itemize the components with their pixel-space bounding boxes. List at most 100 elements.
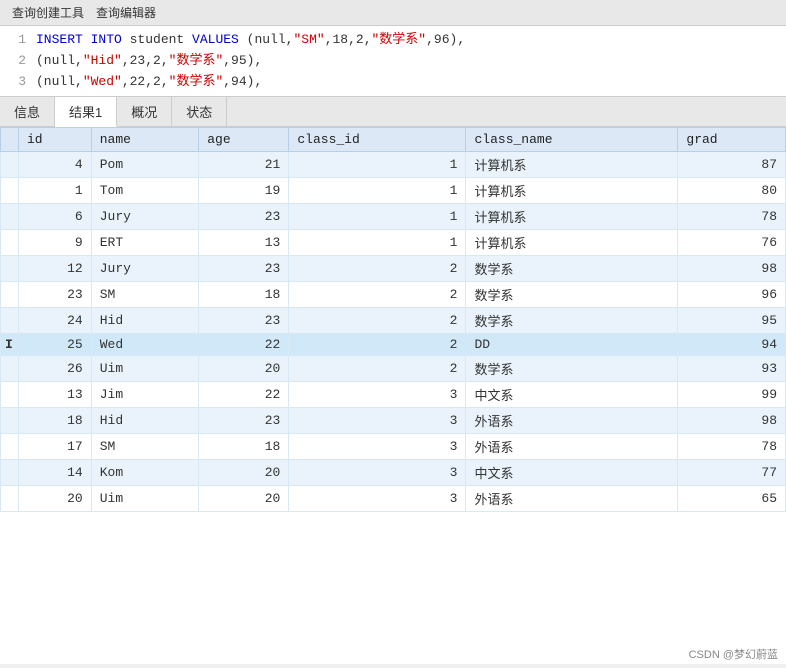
cell-age: 13 xyxy=(199,230,289,256)
cell-class-name: 计算机系 xyxy=(466,204,678,230)
table-row[interactable]: 23SM182数学系96 xyxy=(1,282,786,308)
cell-name: SM xyxy=(91,282,199,308)
cell-id: 24 xyxy=(19,308,92,334)
sql-editor[interactable]: 1 INSERT INTO student VALUES (null,"SM",1… xyxy=(0,26,786,97)
row-indicator xyxy=(1,178,19,204)
tab-结果1[interactable]: 结果1 xyxy=(55,97,117,127)
cell-grad: 78 xyxy=(678,204,786,230)
cell-class-id: 3 xyxy=(289,486,466,512)
cell-age: 23 xyxy=(199,256,289,282)
cell-class-name: DD xyxy=(466,334,678,356)
sql-token: ,94), xyxy=(223,74,262,89)
table-row[interactable]: 26Uim202数学系93 xyxy=(1,356,786,382)
col-header-id: id xyxy=(19,128,92,152)
sql-code: (null,"Hid",23,2,"数学系",95), xyxy=(36,51,262,72)
cell-age: 21 xyxy=(199,152,289,178)
sql-token: (null, xyxy=(36,74,83,89)
cell-id: 18 xyxy=(19,408,92,434)
col-header-name: name xyxy=(91,128,199,152)
cell-name: Pom xyxy=(91,152,199,178)
cell-age: 20 xyxy=(199,460,289,486)
cell-id: 17 xyxy=(19,434,92,460)
cell-class-name: 外语系 xyxy=(466,434,678,460)
cell-grad: 94 xyxy=(678,334,786,356)
cell-class-id: 2 xyxy=(289,308,466,334)
table-row[interactable]: 12Jury232数学系98 xyxy=(1,256,786,282)
cell-class-id: 3 xyxy=(289,434,466,460)
table-row[interactable]: 20Uim203外语系65 xyxy=(1,486,786,512)
table-row[interactable]: 4Pom211计算机系87 xyxy=(1,152,786,178)
table-row[interactable]: 1Tom191计算机系80 xyxy=(1,178,786,204)
sql-token: "数学系" xyxy=(169,53,224,68)
cell-class-name: 数学系 xyxy=(466,256,678,282)
col-header-age: age xyxy=(199,128,289,152)
cell-grad: 78 xyxy=(678,434,786,460)
table-row[interactable]: 17SM183外语系78 xyxy=(1,434,786,460)
cell-age: 20 xyxy=(199,356,289,382)
sql-code: (null,"Wed",22,2,"数学系",94), xyxy=(36,72,262,93)
tab-概况[interactable]: 概况 xyxy=(117,97,172,126)
cell-id: 26 xyxy=(19,356,92,382)
cell-id: 23 xyxy=(19,282,92,308)
sql-line: 1 INSERT INTO student VALUES (null,"SM",1… xyxy=(0,30,786,51)
sql-token: "Wed" xyxy=(83,74,122,89)
table-row[interactable]: 13Jim223中文系99 xyxy=(1,382,786,408)
row-indicator xyxy=(1,486,19,512)
cell-grad: 93 xyxy=(678,356,786,382)
tab-状态[interactable]: 状态 xyxy=(172,97,227,126)
cell-class-name: 外语系 xyxy=(466,408,678,434)
table-row[interactable]: 9ERT131计算机系76 xyxy=(1,230,786,256)
sql-token: (null, xyxy=(36,53,83,68)
table-row[interactable]: 18Hid233外语系98 xyxy=(1,408,786,434)
row-indicator xyxy=(1,152,19,178)
cell-name: Wed xyxy=(91,334,199,356)
cell-class-id: 2 xyxy=(289,334,466,356)
cell-class-id: 1 xyxy=(289,204,466,230)
table-row[interactable]: I25Wed222DD94 xyxy=(1,334,786,356)
cell-name: Kom xyxy=(91,460,199,486)
row-indicator xyxy=(1,282,19,308)
cell-age: 23 xyxy=(199,204,289,230)
cell-grad: 65 xyxy=(678,486,786,512)
cell-id: 6 xyxy=(19,204,92,230)
row-indicator xyxy=(1,434,19,460)
row-indicator xyxy=(1,308,19,334)
sql-line: 2(null,"Hid",23,2,"数学系",95), xyxy=(0,51,786,72)
tabs-bar: 信息结果1概况状态 xyxy=(0,97,786,127)
cell-grad: 80 xyxy=(678,178,786,204)
cell-id: 13 xyxy=(19,382,92,408)
cell-class-id: 3 xyxy=(289,408,466,434)
cell-name: Hid xyxy=(91,408,199,434)
sql-token: "数学系" xyxy=(169,74,224,89)
sql-token: "SM" xyxy=(293,32,324,47)
sql-token: student xyxy=(130,32,192,47)
cell-class-id: 2 xyxy=(289,282,466,308)
cell-name: SM xyxy=(91,434,199,460)
tab-信息[interactable]: 信息 xyxy=(0,97,55,126)
row-indicator xyxy=(1,204,19,230)
table-row[interactable]: 14Kom203中文系77 xyxy=(1,460,786,486)
cell-class-name: 计算机系 xyxy=(466,178,678,204)
sql-token: INSERT INTO xyxy=(36,32,130,47)
result-table-wrapper[interactable]: idnameageclass_idclass_namegrad 4Pom211计… xyxy=(0,127,786,664)
cell-id: 25 xyxy=(19,334,92,356)
sql-token: (null, xyxy=(247,32,294,47)
cell-class-name: 中文系 xyxy=(466,382,678,408)
cell-grad: 87 xyxy=(678,152,786,178)
cell-id: 12 xyxy=(19,256,92,282)
sql-token: ,23,2, xyxy=(122,53,169,68)
table-row[interactable]: 24Hid232数学系95 xyxy=(1,308,786,334)
cell-class-id: 1 xyxy=(289,178,466,204)
cell-name: Uim xyxy=(91,356,199,382)
row-indicator xyxy=(1,382,19,408)
sql-token: ,22,2, xyxy=(122,74,169,89)
result-table: idnameageclass_idclass_namegrad 4Pom211计… xyxy=(0,127,786,512)
line-number: 1 xyxy=(6,30,26,51)
query-editor-btn[interactable]: 查询编辑器 xyxy=(90,2,162,23)
cell-class-id: 1 xyxy=(289,152,466,178)
table-row[interactable]: 6Jury231计算机系78 xyxy=(1,204,786,230)
query-builder-btn[interactable]: 查询创建工具 xyxy=(6,2,90,23)
cell-class-id: 3 xyxy=(289,382,466,408)
sql-code: INSERT INTO student VALUES (null,"SM",18… xyxy=(36,30,465,51)
cell-id: 1 xyxy=(19,178,92,204)
